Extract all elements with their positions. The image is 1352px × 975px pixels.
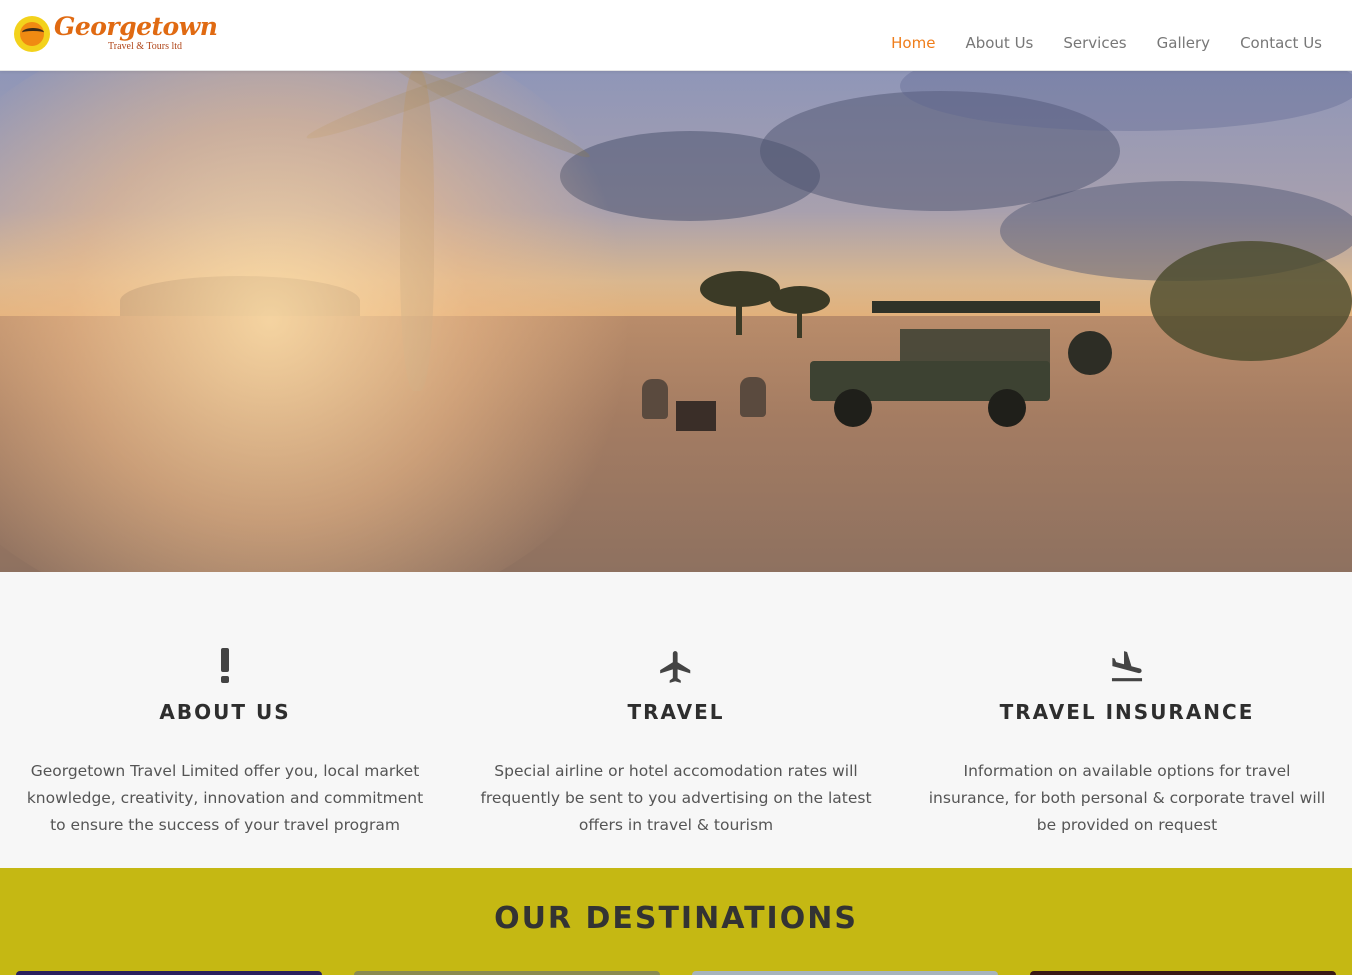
nav-item-about-us[interactable]: About Us bbox=[965, 34, 1033, 52]
airplane-icon bbox=[461, 648, 891, 686]
feature-travel: TRAVEL Special airline or hotel accomoda… bbox=[461, 572, 891, 868]
plane-landing-icon bbox=[912, 648, 1342, 686]
nav-item-services[interactable]: Services bbox=[1063, 34, 1126, 52]
site-header: Georgetown Travel & Tours ltd Home About… bbox=[0, 0, 1352, 71]
feature-title: TRAVEL INSURANCE bbox=[999, 700, 1255, 724]
destination-card[interactable] bbox=[354, 971, 660, 975]
person bbox=[740, 377, 766, 417]
nav-item-home[interactable]: Home bbox=[891, 34, 935, 52]
feature-title: TRAVEL bbox=[627, 700, 725, 724]
hero-image bbox=[0, 71, 1352, 572]
section-title: OUR DESTINATIONS bbox=[494, 901, 858, 936]
nav-item-contact-us[interactable]: Contact Us bbox=[1240, 34, 1322, 52]
main-nav: Home About Us Services Gallery Contact U… bbox=[891, 34, 1322, 52]
feature-about-us: ABOUT US Georgetown Travel Limited offer… bbox=[10, 572, 440, 868]
brand-name: Georgetown bbox=[54, 12, 218, 41]
destination-card[interactable] bbox=[16, 971, 322, 975]
brand-tagline: Travel & Tours ltd bbox=[108, 41, 183, 52]
cooler-box bbox=[676, 401, 716, 431]
sun-glow bbox=[0, 71, 660, 572]
destination-card[interactable] bbox=[1030, 971, 1336, 975]
exclamation-icon bbox=[10, 648, 440, 686]
nav-item-gallery[interactable]: Gallery bbox=[1157, 34, 1210, 52]
safari-jeep bbox=[810, 301, 1112, 431]
brand-logo[interactable]: Georgetown Travel & Tours ltd bbox=[14, 12, 218, 58]
features-section: ABOUT US Georgetown Travel Limited offer… bbox=[0, 572, 1352, 868]
bird-logo-icon bbox=[22, 28, 44, 37]
feature-text: Georgetown Travel Limited offer you, loc… bbox=[26, 762, 424, 834]
feature-title: ABOUT US bbox=[159, 700, 291, 724]
feature-travel-insurance: TRAVEL INSURANCE Information on availabl… bbox=[912, 572, 1342, 868]
destinations-section: OUR DESTINATIONS bbox=[0, 868, 1352, 975]
feature-text: Special airline or hotel accomodation ra… bbox=[480, 762, 872, 834]
feature-text: Information on available options for tra… bbox=[928, 762, 1326, 834]
destination-card[interactable] bbox=[692, 971, 998, 975]
